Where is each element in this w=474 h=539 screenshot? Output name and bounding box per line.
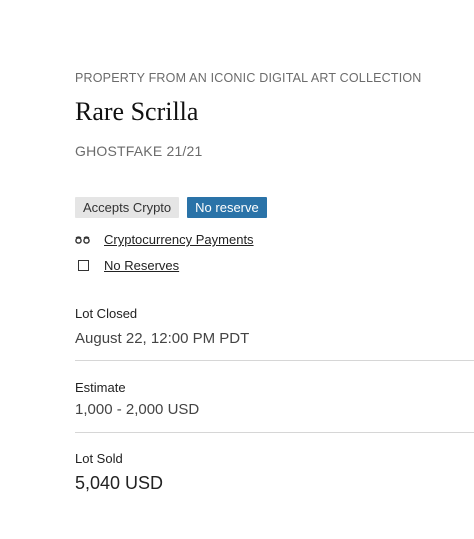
lot-subtitle: GHOSTFAKE 21/21 [75,143,203,159]
divider [75,360,474,361]
cryptocurrency-payments-link[interactable]: Cryptocurrency Payments [104,232,254,247]
glasses-icon [75,235,95,245]
badge-group: Accepts Crypto No reserve [75,197,267,218]
lot-sold-value: 5,040 USD [75,473,164,493]
lot-closed-label: Lot Closed [75,306,138,321]
lot-sold-label: Lot Sold [75,451,123,466]
estimate-label: Estimate [75,380,126,395]
lot-title: Rare Scrilla [75,97,199,126]
estimate-value: 1,000 - 2,000 USD [75,401,200,418]
no-reserve-badge: No reserve [187,197,267,218]
divider [75,432,474,433]
collection-eyebrow: PROPERTY FROM AN ICONIC DIGITAL ART COLL… [75,71,422,85]
crypto-payments-row[interactable]: Cryptocurrency Payments [75,232,254,247]
accepts-crypto-badge: Accepts Crypto [75,197,180,218]
no-reserves-link[interactable]: No Reserves [104,258,179,273]
lot-closed-value: August 22, 12:00 PM PDT [75,330,250,347]
square-icon [75,260,95,271]
no-reserves-row[interactable]: No Reserves [75,258,179,273]
